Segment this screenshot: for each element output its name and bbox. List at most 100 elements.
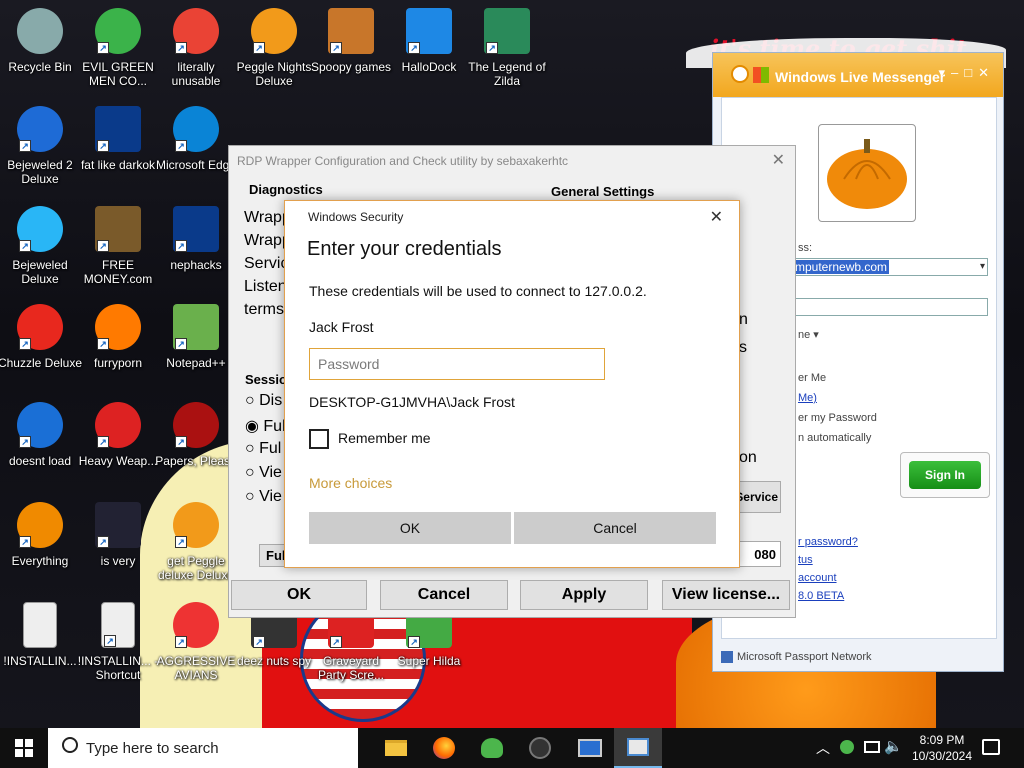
desktop-icon[interactable]: ↗ literally unusable: [156, 8, 236, 88]
status-selector[interactable]: ne ▾: [798, 328, 819, 341]
desktop-icon-label: Peggle Nights Deluxe: [236, 60, 312, 88]
session-option-4[interactable]: ○ Vie: [245, 464, 282, 482]
desktop-icon[interactable]: ↗ !INSTALLIN... - Shortcut: [78, 602, 158, 682]
chevron-down-icon[interactable]: ▾: [980, 261, 985, 272]
firefox-icon: [433, 737, 455, 759]
thunderbird-icon: ↗: [17, 402, 63, 448]
apply-button[interactable]: Apply: [520, 580, 648, 610]
get-account-link[interactable]: account: [798, 572, 837, 584]
status-link[interactable]: tus: [798, 554, 813, 566]
desktop-icon[interactable]: ↗ furryporn: [78, 304, 158, 370]
service-button[interactable]: Service: [735, 481, 781, 513]
network-icon[interactable]: [864, 741, 880, 753]
desktop-icon[interactable]: ↗ EVIL GREEN MEN CO...: [78, 8, 158, 88]
desktop-icon[interactable]: ↗ FREE MONEY.com: [78, 206, 158, 286]
pumpkin-icon: [827, 139, 907, 209]
desktop-icon[interactable]: Recycle Bin: [0, 8, 80, 74]
desktop-icon[interactable]: ↗ AGGRESSIVE AVIANS: [156, 602, 236, 682]
remote-desktop-icon: [578, 739, 602, 757]
session-option-3[interactable]: ○ Ful: [245, 440, 281, 458]
desktop-icon-label: is very: [100, 554, 136, 568]
recycle-bin-icon: [17, 8, 63, 54]
desktop-icon[interactable]: ↗ Microsoft Edge: [156, 106, 236, 172]
desktop-icon[interactable]: ↗ get Peggle deluxe Deluxe: [156, 502, 236, 582]
windows-security-dialog[interactable]: Windows Security ✕ Enter your credential…: [284, 200, 740, 568]
desktop-icon[interactable]: ↗ Spoopy games: [311, 8, 391, 74]
forgot-password-link[interactable]: r password?: [798, 536, 858, 548]
peggle-icon: ↗: [173, 502, 219, 548]
desktop-icon[interactable]: ↗ HalloDock: [389, 8, 469, 74]
desktop-icon[interactable]: ↗ Everything: [0, 502, 80, 568]
desktop-icon-label: !INSTALLIN... - Shortcut: [77, 654, 159, 682]
close-icon[interactable]: ✕: [710, 207, 723, 227]
domain-user: DESKTOP-G1JMVHA\Jack Frost: [309, 394, 515, 410]
desktop-icon[interactable]: ↗ Bejeweled Deluxe: [0, 206, 80, 286]
taskbar-search-box[interactable]: Type here to search: [48, 728, 358, 768]
session-option-5[interactable]: ○ Vie: [245, 488, 282, 506]
password-field[interactable]: [792, 298, 988, 316]
taskbar-remote-desktop[interactable]: [566, 728, 614, 768]
notification-icon[interactable]: [982, 739, 1000, 755]
chevron-up-icon[interactable]: ︿: [816, 738, 830, 758]
desktop-icon[interactable]: ↗ Notepad++: [156, 304, 236, 370]
desktop-icon[interactable]: ↗ doesnt load: [0, 402, 80, 468]
password-input[interactable]: [309, 348, 605, 380]
desktop-icon[interactable]: ↗ The Legend of Zilda: [467, 8, 547, 88]
messenger-people-icon: ↗: [95, 8, 141, 54]
start-button[interactable]: [0, 728, 48, 768]
desktop-icon[interactable]: ↗ is very: [78, 502, 158, 568]
beta-link[interactable]: 8.0 BETA: [798, 590, 844, 602]
desktop-icon[interactable]: ↗ fat like darkok: [78, 106, 158, 172]
ok-button[interactable]: OK: [231, 580, 367, 610]
port-field[interactable]: 080: [737, 541, 781, 567]
cancel-button[interactable]: Cancel: [380, 580, 508, 610]
taskbar-messenger[interactable]: [468, 728, 516, 768]
view-license-button[interactable]: View license...: [662, 580, 790, 610]
close-icon[interactable]: ✕: [772, 150, 785, 170]
taskbar-file-explorer[interactable]: [372, 728, 420, 768]
volume-icon[interactable]: 🔈: [884, 737, 903, 755]
bejeweled-2-icon: ↗: [17, 106, 63, 152]
messenger-title-bar[interactable]: Windows Live Messenger ▾–□✕: [713, 53, 1003, 97]
messenger-window-controls[interactable]: ▾–□✕: [939, 65, 996, 81]
peggle-icon: ↗: [251, 8, 297, 54]
desktop-icon[interactable]: ↗ nephacks: [156, 206, 236, 272]
desktop-icon[interactable]: ↗ Papers, Please: [155, 402, 237, 468]
chrome-icon: ↗: [173, 8, 219, 54]
document-icon: [23, 602, 57, 648]
shortcut-arrow-icon: ↗: [486, 42, 498, 54]
mpi-icon: ↗: [173, 206, 219, 252]
desktop-icon[interactable]: !INSTALLIN...: [0, 602, 80, 668]
desktop-icon[interactable]: ↗ Peggle Nights Deluxe: [234, 8, 314, 88]
taskbar-clock[interactable]: 8:09 PM 10/30/2024: [904, 732, 980, 764]
more-choices-link[interactable]: More choices: [309, 475, 392, 491]
desktop-icon-label: fat like darkok: [80, 158, 156, 172]
shortcut-arrow-icon: ↗: [253, 636, 265, 648]
desktop-icon[interactable]: ↗ Heavy Weap...: [78, 402, 158, 468]
email-combobox[interactable]: mputernewb.com ▾: [792, 258, 988, 276]
shortcut-arrow-icon: ↗: [408, 42, 420, 54]
desktop-icon-label: HalloDock: [401, 60, 457, 74]
session-option-1[interactable]: ○ Dis: [245, 392, 282, 410]
remember-me-link[interactable]: Me): [798, 392, 817, 404]
dialog-ok-button[interactable]: OK: [309, 512, 511, 544]
desktop-icon-label: nephacks: [170, 258, 222, 272]
remember-me-checkbox[interactable]: [309, 429, 329, 449]
session-option-2[interactable]: ◉ Ful: [245, 416, 286, 436]
tray-messenger-icon[interactable]: [840, 740, 854, 754]
taskbar-app-dark[interactable]: [516, 728, 564, 768]
desktop-icon[interactable]: ↗ Bejeweled 2 Deluxe: [0, 106, 80, 186]
taskbar-rdp-config-active[interactable]: [614, 728, 662, 768]
dialog-cancel-button[interactable]: Cancel: [514, 512, 716, 544]
desktop-icon-label: AGGRESSIVE AVIANS: [156, 654, 236, 682]
taskbar-firefox[interactable]: [420, 728, 468, 768]
desktop-icon-label: Recycle Bin: [8, 60, 72, 74]
settings-fragment-2: s: [739, 339, 747, 356]
desktop-icon[interactable]: ↗ Chuzzle Deluxe: [0, 304, 82, 370]
display-picture[interactable]: [818, 124, 916, 222]
desktop-icon-label: The Legend of Zilda: [468, 60, 546, 88]
shortcut-arrow-icon: ↗: [97, 536, 109, 548]
general-settings-group-label: General Settings: [551, 184, 655, 199]
sign-in-button[interactable]: Sign In: [900, 452, 990, 498]
rdp-config-icon: [627, 738, 649, 756]
